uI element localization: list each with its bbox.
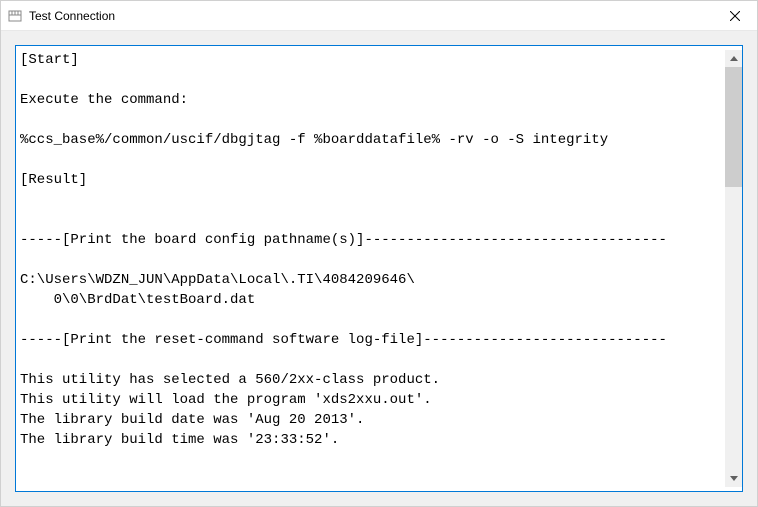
window-title: Test Connection — [29, 9, 712, 23]
dialog-window: Test Connection [Start] Execute the comm… — [0, 0, 758, 507]
close-button[interactable] — [712, 1, 757, 31]
scroll-track[interactable] — [725, 67, 742, 470]
scroll-down-button[interactable] — [725, 470, 742, 487]
console-output[interactable]: [Start] Execute the command: %ccs_base%/… — [20, 50, 725, 487]
content-area: [Start] Execute the command: %ccs_base%/… — [1, 31, 757, 506]
chevron-up-icon — [730, 56, 738, 61]
vertical-scrollbar[interactable] — [725, 50, 742, 487]
scroll-thumb[interactable] — [725, 67, 742, 187]
chevron-down-icon — [730, 476, 738, 481]
titlebar: Test Connection — [1, 1, 757, 31]
console-panel: [Start] Execute the command: %ccs_base%/… — [15, 45, 743, 492]
app-icon — [7, 8, 23, 24]
scroll-up-button[interactable] — [725, 50, 742, 67]
close-icon — [730, 11, 740, 21]
